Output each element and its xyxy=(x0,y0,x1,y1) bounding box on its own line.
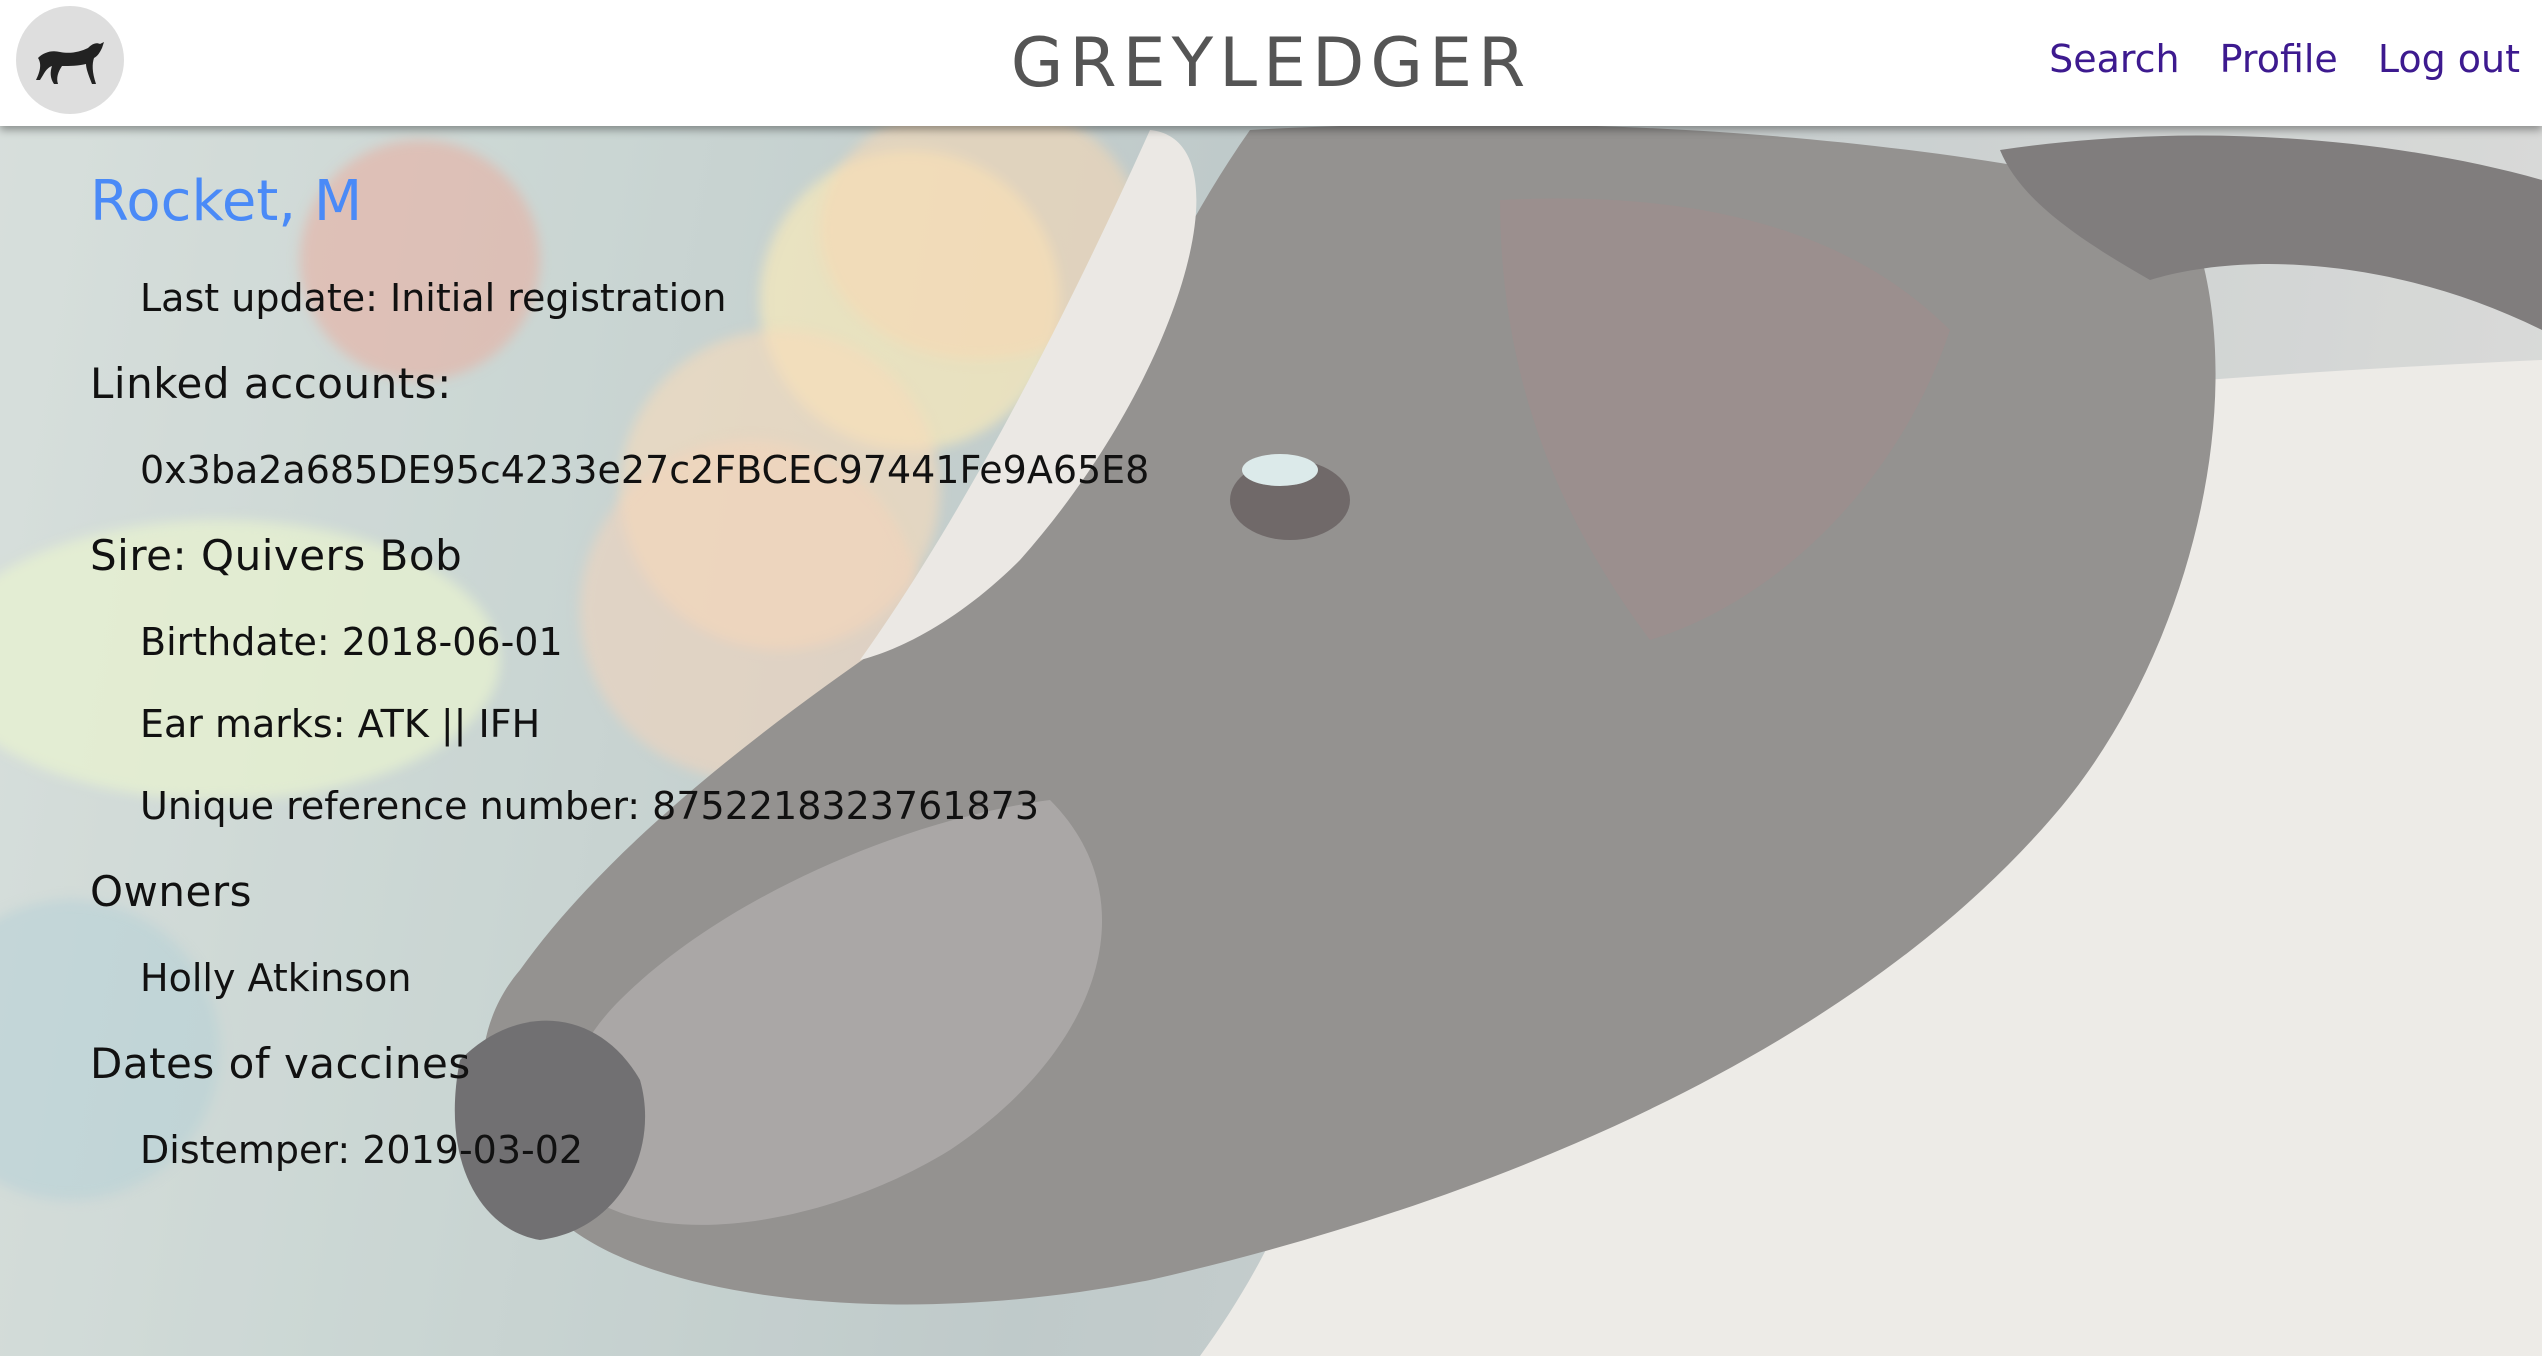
nav-logout-link[interactable]: Log out xyxy=(2378,34,2520,84)
top-navbar: GREYLEDGER Search Profile Log out xyxy=(0,0,2542,126)
sire-heading: Sire: Quivers Bob xyxy=(90,531,463,580)
owner-name: Holly Atkinson xyxy=(140,956,412,1000)
unique-reference-number-text: Unique reference number: 875221832376187… xyxy=(140,784,1039,828)
ear-marks-text: Ear marks: ATK || IFH xyxy=(140,702,541,746)
linked-account-address: 0x3ba2a685DE95c4233e27c2FBCEC97441Fe9A65… xyxy=(140,448,1150,492)
dog-name-title: Rocket, M xyxy=(90,169,363,234)
main-nav: Search Profile Log out xyxy=(2049,34,2520,84)
linked-accounts-heading: Linked accounts: xyxy=(90,359,452,408)
nav-profile-link[interactable]: Profile xyxy=(2220,34,2338,84)
nav-search-link[interactable]: Search xyxy=(2049,34,2180,84)
last-update-text: Last update: Initial registration xyxy=(140,276,727,320)
owners-heading: Owners xyxy=(90,867,253,916)
dog-profile: Rocket, M Last update: Initial registrat… xyxy=(90,160,1990,1194)
birthdate-text: Birthdate: 2018-06-01 xyxy=(140,620,563,664)
vaccine-entry: Distemper: 2019-03-02 xyxy=(140,1128,584,1172)
vaccines-heading: Dates of vaccines xyxy=(90,1039,471,1088)
